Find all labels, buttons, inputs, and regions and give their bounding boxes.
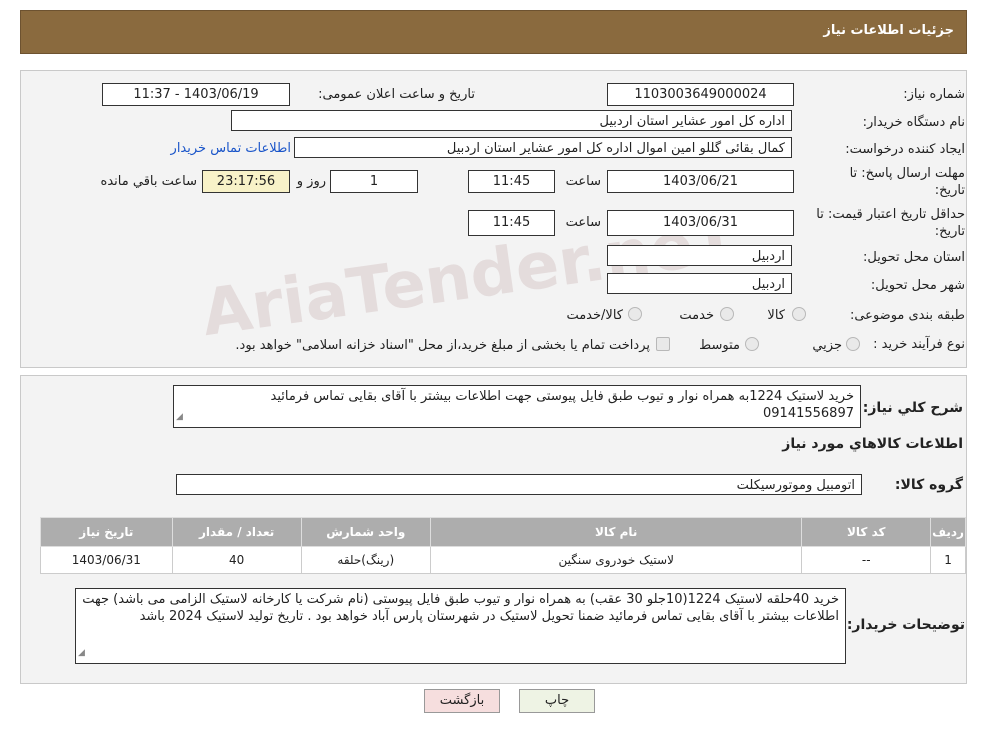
col-row-number: ردیف (930, 517, 966, 547)
goods-group-field: اتومبیل وموتورسیکلت (176, 474, 862, 495)
treasury-note: پرداخت تمام یا بخشی از مبلغ خرید،از محل … (235, 338, 650, 353)
requester-field: کمال بقائی گللو امین اموال اداره کل امور… (294, 137, 792, 158)
print-button[interactable]: چاپ (519, 689, 595, 713)
cell-unit: (رینگ)حلقه (300, 546, 431, 574)
category-goods-label: کالا (767, 308, 785, 323)
col-item-name: نام کالا (429, 517, 803, 547)
announce-datetime-field: 1403/06/19 - 11:37 (102, 83, 290, 106)
col-quantity: تعداد / مقدار (171, 517, 302, 547)
reply-days-field: 1 (330, 170, 418, 193)
buyer-org-field: اداره کل امور عشایر استان اردبیل (231, 110, 792, 131)
col-unit: واحد شمارش (300, 517, 431, 547)
summary-label: شرح کلي نياز: (862, 400, 963, 416)
requester-label: ایجاد کننده درخواست: (845, 142, 965, 157)
remaining-time-field: 23:17:56 (202, 170, 290, 193)
items-table: ردیف کد کالا نام کالا واحد شمارش تعداد /… (40, 517, 966, 574)
category-goods-radio[interactable] (792, 307, 806, 321)
summary-text: خرید لاستیک 1224به همراه نوار و تیوب طبق… (270, 389, 854, 421)
buyer-notes-label: توضیحات خریدار: (846, 617, 965, 633)
col-need-date: تاریخ نیاز (40, 517, 173, 547)
reply-deadline-time: 11:45 (468, 170, 555, 193)
reply-deadline-label: مهلت ارسال پاسخ: تا تاریخ: (849, 166, 965, 198)
items-section-title: اطلاعات کالاهاي مورد نياز (782, 436, 963, 452)
resize-grip-icon[interactable]: ◢ (78, 645, 85, 662)
category-goods-service-radio[interactable] (628, 307, 642, 321)
price-validity-label: حداقل تاریخ اعتبار قیمت: تا تاریخ: (816, 207, 965, 239)
reply-deadline-date: 1403/06/21 (607, 170, 794, 193)
purchase-medium-label: متوسط (699, 338, 740, 353)
delivery-city-label: شهر محل تحویل: (870, 278, 965, 293)
category-service-label: خدمت (679, 308, 714, 323)
reply-time-label: ساعت (565, 174, 601, 189)
buyer-notes-text: خرید 40حلقه لاستیک 1224(10جلو 30 عقب) به… (82, 592, 839, 624)
announce-datetime-label: تاریخ و ساعت اعلان عمومی: (318, 87, 475, 102)
price-validity-date: 1403/06/31 (607, 210, 794, 236)
goods-group-label: گروه کالا: (894, 477, 963, 493)
purchase-minor-label: جزیي (812, 338, 842, 353)
category-label: طبقه بندی موضوعی: (849, 308, 965, 323)
purchase-medium-radio[interactable] (745, 337, 759, 351)
table-header-row: ردیف کد کالا نام کالا واحد شمارش تعداد /… (40, 517, 966, 547)
need-number-label: شماره نیاز: (903, 87, 965, 102)
cell-item-code: -- (801, 546, 932, 574)
cell-quantity: 40 (171, 546, 302, 574)
treasury-checkbox[interactable] (656, 337, 670, 351)
col-item-code: کد کالا (801, 517, 932, 547)
table-row: 1 -- لاستیک خودروی سنگین (رینگ)حلقه 40 1… (40, 546, 966, 574)
price-validity-time-label: ساعت (565, 215, 601, 230)
purchase-minor-radio[interactable] (846, 337, 860, 351)
back-button[interactable]: بازگشت (424, 689, 500, 713)
page-title: جزئیات اطلاعات نیاز (823, 23, 954, 38)
cell-row-number: 1 (930, 546, 966, 574)
buyer-notes-textarea[interactable]: خرید 40حلقه لاستیک 1224(10جلو 30 عقب) به… (75, 588, 846, 664)
resize-grip-icon[interactable]: ◢ (176, 409, 183, 426)
remaining-time-label: ساعت باقي مانده (100, 174, 197, 189)
delivery-province-label: استان محل تحویل: (863, 250, 965, 265)
buyer-contact-link[interactable]: اطلاعات تماس خریدار (156, 141, 291, 156)
price-validity-time: 11:45 (468, 210, 555, 236)
reply-days-label: روز و (296, 174, 326, 189)
delivery-province-field: اردبیل (607, 245, 792, 266)
cell-item-name: لاستیک خودروی سنگین (429, 546, 803, 574)
buyer-org-label: نام دستگاه خریدار: (862, 115, 965, 130)
page-header: جزئیات اطلاعات نیاز (20, 10, 967, 54)
summary-textarea[interactable]: خرید لاستیک 1224به همراه نوار و تیوب طبق… (173, 385, 861, 428)
need-number-field: 1103003649000024 (607, 83, 794, 106)
cell-need-date: 1403/06/31 (40, 546, 173, 574)
category-service-radio[interactable] (720, 307, 734, 321)
delivery-city-field: اردبیل (607, 273, 792, 294)
category-goods-service-label: کالا/خدمت (566, 308, 623, 323)
